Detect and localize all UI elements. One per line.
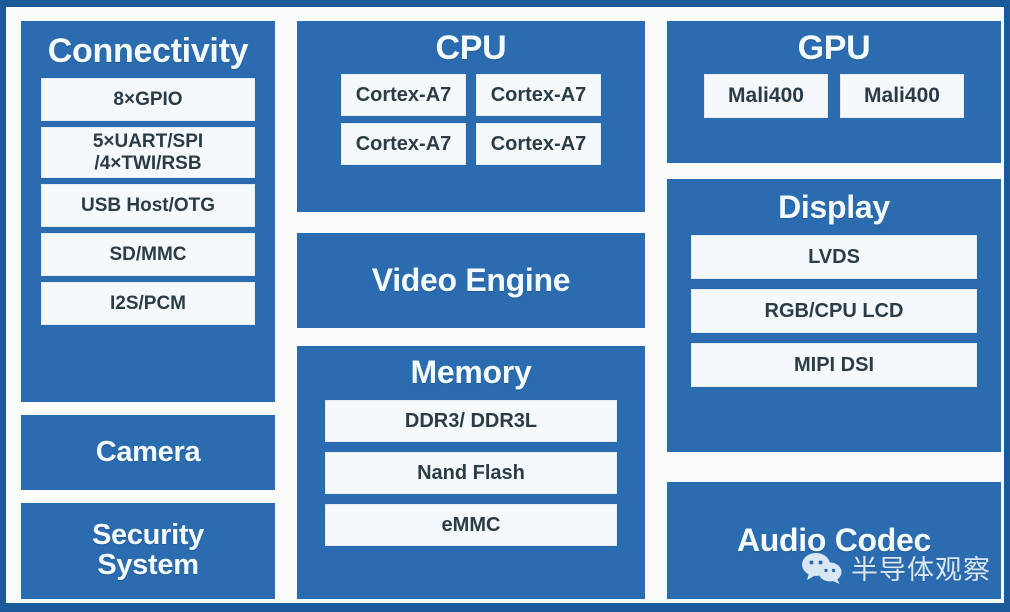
- block-display[interactable]: Display LVDS RGB/CPU LCD MIPI DSI: [667, 179, 1001, 452]
- memory-item-emmc[interactable]: eMMC: [325, 503, 617, 546]
- connectivity-item-uart-spi-twi-rsb[interactable]: 5×UART/SPI /4×TWI/RSB: [41, 127, 255, 179]
- block-cpu[interactable]: CPU Cortex-A7 Cortex-A7 Cortex-A7 Cortex…: [297, 21, 645, 212]
- connectivity-item-usb-host-otg[interactable]: USB Host/OTG: [41, 184, 255, 228]
- connectivity-item-list: 8×GPIO 5×UART/SPI /4×TWI/RSB USB Host/OT…: [21, 78, 275, 326]
- block-video-engine[interactable]: Video Engine: [297, 233, 645, 328]
- block-security-system[interactable]: Security System: [21, 503, 275, 599]
- cpu-core-row-1: Cortex-A7 Cortex-A7: [327, 74, 615, 117]
- soc-block-diagram: Connectivity 8×GPIO 5×UART/SPI /4×TWI/RS…: [0, 0, 1010, 612]
- cpu-core-3[interactable]: Cortex-A7: [341, 123, 466, 166]
- gpu-core-2[interactable]: Mali400: [840, 74, 964, 119]
- memory-item-list: DDR3/ DDR3L Nand Flash eMMC: [297, 399, 645, 546]
- display-item-mipi-dsi[interactable]: MIPI DSI: [691, 342, 977, 387]
- display-item-lvds[interactable]: LVDS: [691, 234, 977, 279]
- gpu-core-row: Mali400 Mali400: [703, 74, 965, 119]
- block-title-camera: Camera: [95, 435, 201, 468]
- cpu-core-row-2: Cortex-A7 Cortex-A7: [327, 123, 615, 166]
- block-title-cpu: CPU: [435, 29, 507, 67]
- block-title-video-engine: Video Engine: [371, 262, 571, 299]
- block-title-gpu: GPU: [797, 29, 871, 67]
- connectivity-item-i2s-pcm[interactable]: I2S/PCM: [41, 282, 255, 326]
- cpu-core-1[interactable]: Cortex-A7: [341, 74, 466, 117]
- memory-item-nand-flash[interactable]: Nand Flash: [325, 451, 617, 494]
- block-title-audio-codec: Audio Codec: [736, 522, 932, 559]
- block-title-connectivity: Connectivity: [47, 32, 249, 70]
- gpu-item-list: Mali400 Mali400: [667, 74, 1001, 119]
- connectivity-item-gpio[interactable]: 8×GPIO: [41, 78, 255, 122]
- cpu-core-4[interactable]: Cortex-A7: [476, 123, 601, 166]
- cpu-core-list: Cortex-A7 Cortex-A7 Cortex-A7 Cortex-A7: [297, 74, 645, 166]
- block-audio-codec[interactable]: Audio Codec: [667, 482, 1001, 599]
- block-title-display: Display: [778, 189, 890, 225]
- cpu-core-2[interactable]: Cortex-A7: [476, 74, 601, 117]
- block-gpu[interactable]: GPU Mali400 Mali400: [667, 21, 1001, 163]
- display-item-rgb-cpu-lcd[interactable]: RGB/CPU LCD: [691, 288, 977, 333]
- block-memory[interactable]: Memory DDR3/ DDR3L Nand Flash eMMC: [297, 346, 645, 599]
- memory-item-ddr3[interactable]: DDR3/ DDR3L: [325, 399, 617, 442]
- display-item-list: LVDS RGB/CPU LCD MIPI DSI: [667, 234, 1001, 387]
- block-camera[interactable]: Camera: [21, 415, 275, 490]
- gpu-core-1[interactable]: Mali400: [704, 74, 828, 119]
- block-title-security-system: Security System: [91, 519, 205, 581]
- diagram-canvas: Connectivity 8×GPIO 5×UART/SPI /4×TWI/RS…: [6, 7, 1004, 603]
- block-title-memory: Memory: [410, 354, 532, 390]
- block-connectivity[interactable]: Connectivity 8×GPIO 5×UART/SPI /4×TWI/RS…: [21, 21, 275, 402]
- connectivity-item-sd-mmc[interactable]: SD/MMC: [41, 233, 255, 277]
